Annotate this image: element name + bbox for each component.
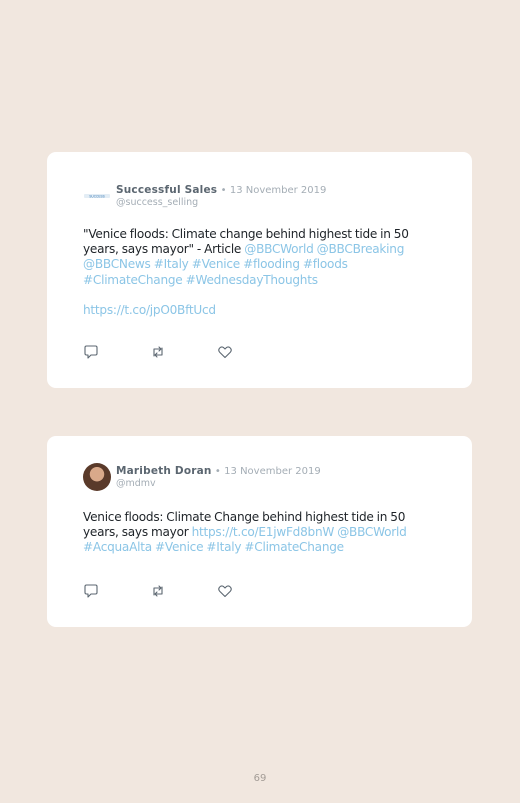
author-handle[interactable]: @success_selling [116,197,326,209]
tweet-card: SUCCESS Successful Sales • 13 November 2… [47,152,472,388]
hashtag-link[interactable]: #Italy [206,540,241,554]
logo-text: SUCCESS [89,194,104,198]
tweet-actions [83,583,233,599]
retweet-icon[interactable] [150,344,166,360]
mention-link[interactable]: @BBCNews [83,257,151,271]
avatar[interactable] [83,463,111,491]
tweet-header: SUCCESS Successful Sales • 13 November 2… [83,182,326,210]
tweet-text: "Venice floods: Climate change behind hi… [83,227,442,318]
hashtag-link[interactable]: #AcquaAlta [83,540,152,554]
author-meta: Successful Sales • 13 November 2019 @suc… [116,184,326,209]
hashtag-link[interactable]: #Venice [192,257,241,271]
reply-icon[interactable] [83,344,99,360]
page-number: 69 [253,773,267,784]
separator-dot: • [220,184,227,196]
hashtag-link[interactable]: #Venice [155,540,204,554]
like-icon[interactable] [217,583,233,599]
author-meta: Maribeth Doran • 13 November 2019 @mdmv [116,465,321,490]
tweet-header: Maribeth Doran • 13 November 2019 @mdmv [83,463,321,491]
retweet-icon[interactable] [150,583,166,599]
url-link[interactable]: https://t.co/jpO0BftUcd [83,303,216,317]
hashtag-link[interactable]: #ClimateChange [83,273,183,287]
hashtag-link[interactable]: #ClimateChange [244,540,344,554]
tweet-date[interactable]: 13 November 2019 [230,185,327,196]
author-name[interactable]: Successful Sales [116,184,217,196]
hashtag-link[interactable]: #WednesdayThoughts [186,273,318,287]
author-handle[interactable]: @mdmv [116,478,321,490]
like-icon[interactable] [217,344,233,360]
success-logo-icon: SUCCESS [84,194,110,198]
mention-link[interactable]: @BBCWorld [337,525,407,539]
hashtag-link[interactable]: #floods [303,257,348,271]
tweet-card: Maribeth Doran • 13 November 2019 @mdmv … [47,436,472,627]
tweet-actions [83,344,233,360]
hashtag-link[interactable]: #Italy [154,257,189,271]
tweet-date[interactable]: 13 November 2019 [224,466,321,477]
reply-icon[interactable] [83,583,99,599]
mention-link[interactable]: @BBCBreaking [317,242,405,256]
url-link[interactable]: https://t.co/E1jwFd8bnW [192,525,335,539]
author-name[interactable]: Maribeth Doran [116,465,212,477]
hashtag-link[interactable]: #flooding [243,257,300,271]
tweet-text: Venice floods: Climate Change behind hig… [83,510,442,556]
separator-dot: • [214,465,221,477]
avatar[interactable]: SUCCESS [83,182,111,210]
mention-link[interactable]: @BBCWorld [244,242,314,256]
